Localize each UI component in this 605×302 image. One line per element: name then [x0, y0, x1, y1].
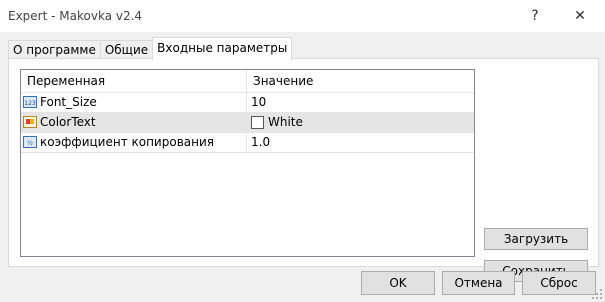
param-name: ColorText — [40, 115, 96, 129]
window-title: Expert - Makovka v2.4 — [8, 9, 143, 23]
dialog-body: О программе Общие Входные параметры Пере… — [0, 32, 605, 302]
close-button[interactable]: ✕ — [557, 0, 603, 32]
param-value[interactable]: 10 — [251, 95, 266, 109]
param-value-text: 10 — [251, 95, 267, 109]
param-row-copy-coefficient[interactable]: ½ коэффициент копирования 1.0 — [21, 133, 474, 153]
param-row-font-size[interactable]: 123 Font_Size 10 — [21, 93, 474, 113]
column-header-value[interactable]: Значение — [253, 74, 313, 88]
param-row-color-text[interactable]: ColorText White — [21, 113, 474, 133]
tab-about[interactable]: О программе — [8, 40, 101, 60]
tab-strip: О программе Общие Входные параметры — [8, 37, 293, 60]
cancel-button[interactable]: Отмена — [442, 271, 515, 295]
resize-grip-icon[interactable] — [592, 289, 602, 299]
param-value[interactable]: White — [251, 115, 303, 129]
color-param-icon — [23, 115, 37, 129]
param-value-text: White — [268, 115, 303, 129]
tab-panel: Переменная Значение 123 Font_Size 10 Col… — [8, 58, 599, 282]
parameters-grid: Переменная Значение 123 Font_Size 10 Col… — [20, 69, 475, 257]
load-button[interactable]: Загрузить — [484, 228, 588, 250]
help-icon: ? — [531, 8, 539, 24]
numeric-param-icon: 123 — [23, 95, 37, 109]
reset-button[interactable]: Сброс — [522, 271, 596, 295]
title-bar: Expert - Makovka v2.4 ? ✕ — [0, 0, 605, 32]
color-swatch — [251, 115, 264, 129]
ok-button[interactable]: OK — [361, 271, 435, 295]
svg-text:½: ½ — [27, 140, 33, 147]
param-value-text: 1.0 — [251, 135, 271, 149]
svg-text:123: 123 — [24, 100, 36, 107]
param-name: Font_Size — [40, 95, 97, 109]
grid-header: Переменная Значение — [21, 70, 474, 93]
help-button[interactable]: ? — [512, 0, 558, 32]
param-name: коэффициент копирования — [40, 135, 214, 149]
tab-inputs[interactable]: Входные параметры — [152, 37, 293, 60]
param-value[interactable]: 1.0 — [251, 135, 270, 149]
column-header-variable[interactable]: Переменная — [27, 74, 105, 88]
tab-common[interactable]: Общие — [99, 40, 154, 60]
close-icon: ✕ — [574, 8, 586, 24]
fraction-param-icon: ½ — [23, 135, 37, 149]
